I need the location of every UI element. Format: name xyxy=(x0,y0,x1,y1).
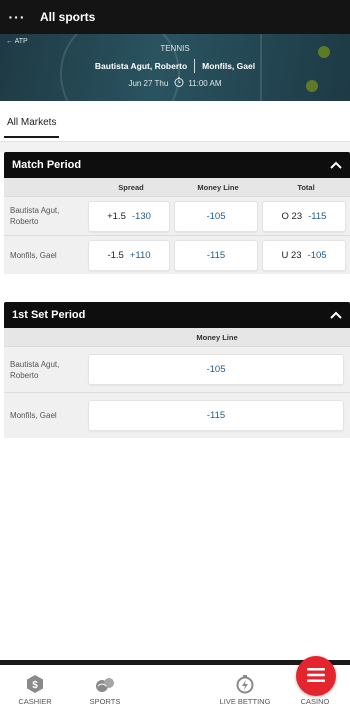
column-headers: Money Line xyxy=(4,328,350,346)
match-period-header[interactable]: Match Period xyxy=(4,152,350,178)
moneyline-button[interactable]: -115 xyxy=(174,239,258,271)
total-line: U 23 xyxy=(281,249,302,261)
market-row: Monfils, Gael -115 xyxy=(4,392,350,438)
spacer-band xyxy=(0,142,350,152)
spread-odds: +110 xyxy=(129,249,151,261)
moneyline-odds: -115 xyxy=(206,410,226,421)
event-banner: ← ATP TENNIS Bautista Agut, Roberto Monf… xyxy=(0,34,350,101)
nav-cashier[interactable]: $ CASHIER xyxy=(0,665,70,708)
nav-label: SPORTS xyxy=(89,697,121,706)
total-odds: -115 xyxy=(308,210,327,222)
top-bar: ··· All sports xyxy=(0,0,350,34)
moneyline-button[interactable]: -105 xyxy=(174,200,258,232)
sports-icon xyxy=(96,678,114,692)
event-datetime: Jun 27 Thu 11:00 AM xyxy=(0,77,350,89)
spread-line: -1.5 xyxy=(107,249,124,261)
column-spread: Spread xyxy=(118,182,144,192)
player-name: Monfils, Gael xyxy=(10,411,57,420)
menu-icon xyxy=(307,667,325,682)
chevron-up-icon[interactable] xyxy=(330,161,342,169)
nav-live-betting[interactable]: LIVE BETTING xyxy=(210,665,280,708)
tab-all-markets[interactable]: All Markets xyxy=(4,117,60,138)
match-period-section: Match Period Spread Money Line Total Bau… xyxy=(4,152,350,274)
player-name: Monfils, Gael xyxy=(10,250,57,260)
market-row: Bautista Agut, Roberto +1.5 -130 -105 O … xyxy=(4,196,350,235)
nav-label: CASINO xyxy=(300,697,330,706)
first-set-section: 1st Set Period Money Line Bautista Agut,… xyxy=(4,302,350,438)
event-date: Jun 27 Thu xyxy=(128,78,169,88)
first-set-header[interactable]: 1st Set Period xyxy=(4,302,350,328)
total-button[interactable]: O 23 -115 xyxy=(262,200,346,232)
total-odds: -105 xyxy=(307,249,327,261)
market-tabs: All Markets xyxy=(0,101,350,142)
menu-button[interactable] xyxy=(296,656,336,696)
event-time: 11:00 AM xyxy=(188,78,222,88)
spread-line: +1.5 xyxy=(107,210,126,222)
player-name: Bautista Agut, Roberto xyxy=(10,206,60,226)
moneyline-button[interactable]: -115 xyxy=(88,400,344,431)
divider xyxy=(194,59,196,73)
player-name: Bautista Agut, Roberto xyxy=(10,359,60,380)
nav-label: CASHIER xyxy=(18,697,52,706)
nav-label: LIVE BETTING xyxy=(219,697,271,706)
moneyline-button[interactable]: -105 xyxy=(88,354,344,385)
moneyline-odds: -105 xyxy=(206,364,226,375)
event-sport: TENNIS xyxy=(160,44,190,53)
ellipsis-icon[interactable]: ··· xyxy=(0,9,34,25)
market-row: Bautista Agut, Roberto -105 xyxy=(4,346,350,392)
nav-sports[interactable]: SPORTS xyxy=(70,665,140,708)
spread-button[interactable]: -1.5 +110 xyxy=(88,239,170,271)
column-headers: Spread Money Line Total xyxy=(4,178,350,196)
moneyline-odds: -105 xyxy=(206,210,226,222)
section-title: Match Period xyxy=(12,159,82,171)
section-title: 1st Set Period xyxy=(12,309,86,321)
column-total: Total xyxy=(297,182,315,192)
event-matchup: Bautista Agut, Roberto Monfils, Gael xyxy=(0,59,350,73)
cashier-icon: $ xyxy=(27,675,43,693)
spread-button[interactable]: +1.5 -130 xyxy=(88,200,170,232)
total-button[interactable]: U 23 -105 xyxy=(262,239,346,271)
market-row: Monfils, Gael -1.5 +110 -115 U 23 -105 xyxy=(4,235,350,274)
home-player: Bautista Agut, Roberto xyxy=(94,61,188,71)
nav-menu[interactable] xyxy=(140,656,336,708)
bottom-nav: $ CASHIER SPORTS LIVE BETTING CASINO xyxy=(0,656,350,708)
moneyline-odds: -115 xyxy=(206,249,226,261)
spread-odds: -130 xyxy=(131,210,151,222)
chevron-up-icon[interactable] xyxy=(330,311,342,319)
column-money-line: Money Line xyxy=(197,182,239,192)
column-money-line: Money Line xyxy=(196,332,238,342)
page-title: All sports xyxy=(40,10,96,24)
clock-icon xyxy=(174,77,184,89)
total-line: O 23 xyxy=(281,210,303,222)
svg-text:$: $ xyxy=(32,680,38,691)
live-betting-icon xyxy=(236,675,254,694)
away-player: Monfils, Gael xyxy=(202,61,256,71)
